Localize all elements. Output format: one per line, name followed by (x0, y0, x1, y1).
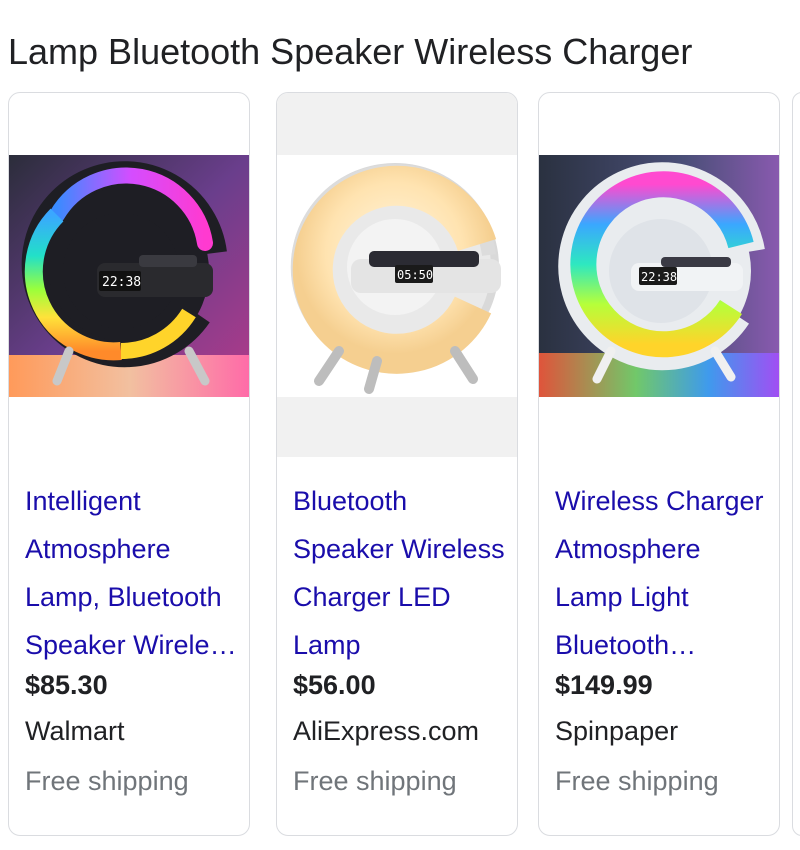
g-lamp-white-rgb-image: 22:38 (539, 155, 779, 397)
product-title-3[interactable]: Wireless Charger Atmosphere Lamp Light B… (555, 477, 769, 669)
product-image-3[interactable]: 22:38 (539, 93, 779, 457)
g-lamp-white-image: 05:50 (277, 155, 517, 397)
product-shipping-3: Free shipping (555, 766, 719, 796)
svg-text:22:38: 22:38 (641, 270, 677, 284)
next-card-peek[interactable] (792, 92, 800, 836)
product-image-2[interactable]: 05:50 (277, 93, 517, 457)
product-title-1[interactable]: Intelligent Atmosphere Lamp, Bluetooth S… (25, 477, 239, 669)
product-title-2[interactable]: Bluetooth Speaker Wireless Charger LED L… (293, 477, 507, 669)
product-seller-1: Walmart (25, 716, 125, 746)
product-price-2: $56.00 (293, 670, 376, 700)
product-shipping-2: Free shipping (293, 766, 457, 796)
svg-text:22:38: 22:38 (102, 275, 141, 290)
product-seller-3: Spinpaper (555, 716, 679, 746)
svg-text:05:50: 05:50 (397, 268, 433, 282)
product-image-1[interactable]: 22:38 (9, 93, 249, 457)
product-seller-2: AliExpress.com (293, 716, 480, 746)
product-card-2[interactable]: 05:50 Bluetooth Speaker Wireless Charger… (276, 92, 518, 836)
product-card-3[interactable]: 22:38 Wireless Charger Atmosphere Lamp L… (538, 92, 780, 836)
product-card-1[interactable]: 22:38 Intelligent Atmosphere Lamp, Bluet… (8, 92, 250, 836)
section-heading: Lamp Bluetooth Speaker Wireless Charger (8, 31, 693, 72)
g-lamp-rgb-image: 22:38 (9, 155, 249, 397)
product-shipping-1: Free shipping (25, 766, 189, 796)
